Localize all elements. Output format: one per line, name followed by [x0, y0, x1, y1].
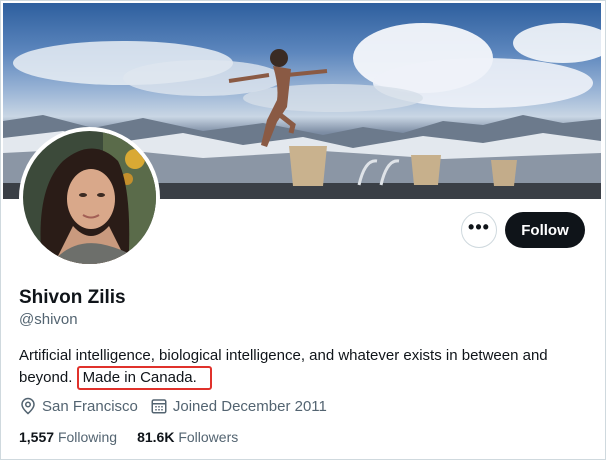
location-item: San Francisco [19, 397, 138, 415]
following-label: Following [57, 429, 118, 445]
calendar-icon [151, 399, 167, 414]
follow-button[interactable]: Follow [505, 212, 585, 248]
location-text: San Francisco [42, 397, 138, 415]
following-link[interactable]: 1,557 Following [19, 429, 117, 445]
followers-count: 81.6K [137, 429, 175, 445]
profile-avatar[interactable] [19, 127, 160, 268]
profile-meta: San Francisco Joined December 2011 [19, 397, 339, 415]
bio-highlight: Made in Canada. [76, 366, 212, 390]
more-options-button[interactable]: ••• [461, 212, 497, 248]
more-options-icon: ••• [468, 217, 490, 237]
profile-bio: Artificial intelligence, biological inte… [19, 345, 579, 390]
joined-text: Joined December 2011 [172, 397, 327, 415]
following-count: 1,557 [19, 429, 55, 445]
joined-item: Joined December 2011 [150, 397, 327, 415]
followers-link[interactable]: 81.6K Followers [137, 429, 238, 445]
followers-label: Followers [178, 429, 239, 445]
location-pin-icon [21, 397, 35, 415]
profile-name: Shivon Zilis [19, 287, 126, 308]
profile-stats: 1,557 Following 81.6K Followers [19, 429, 258, 445]
profile-handle: @shivon [19, 311, 78, 328]
